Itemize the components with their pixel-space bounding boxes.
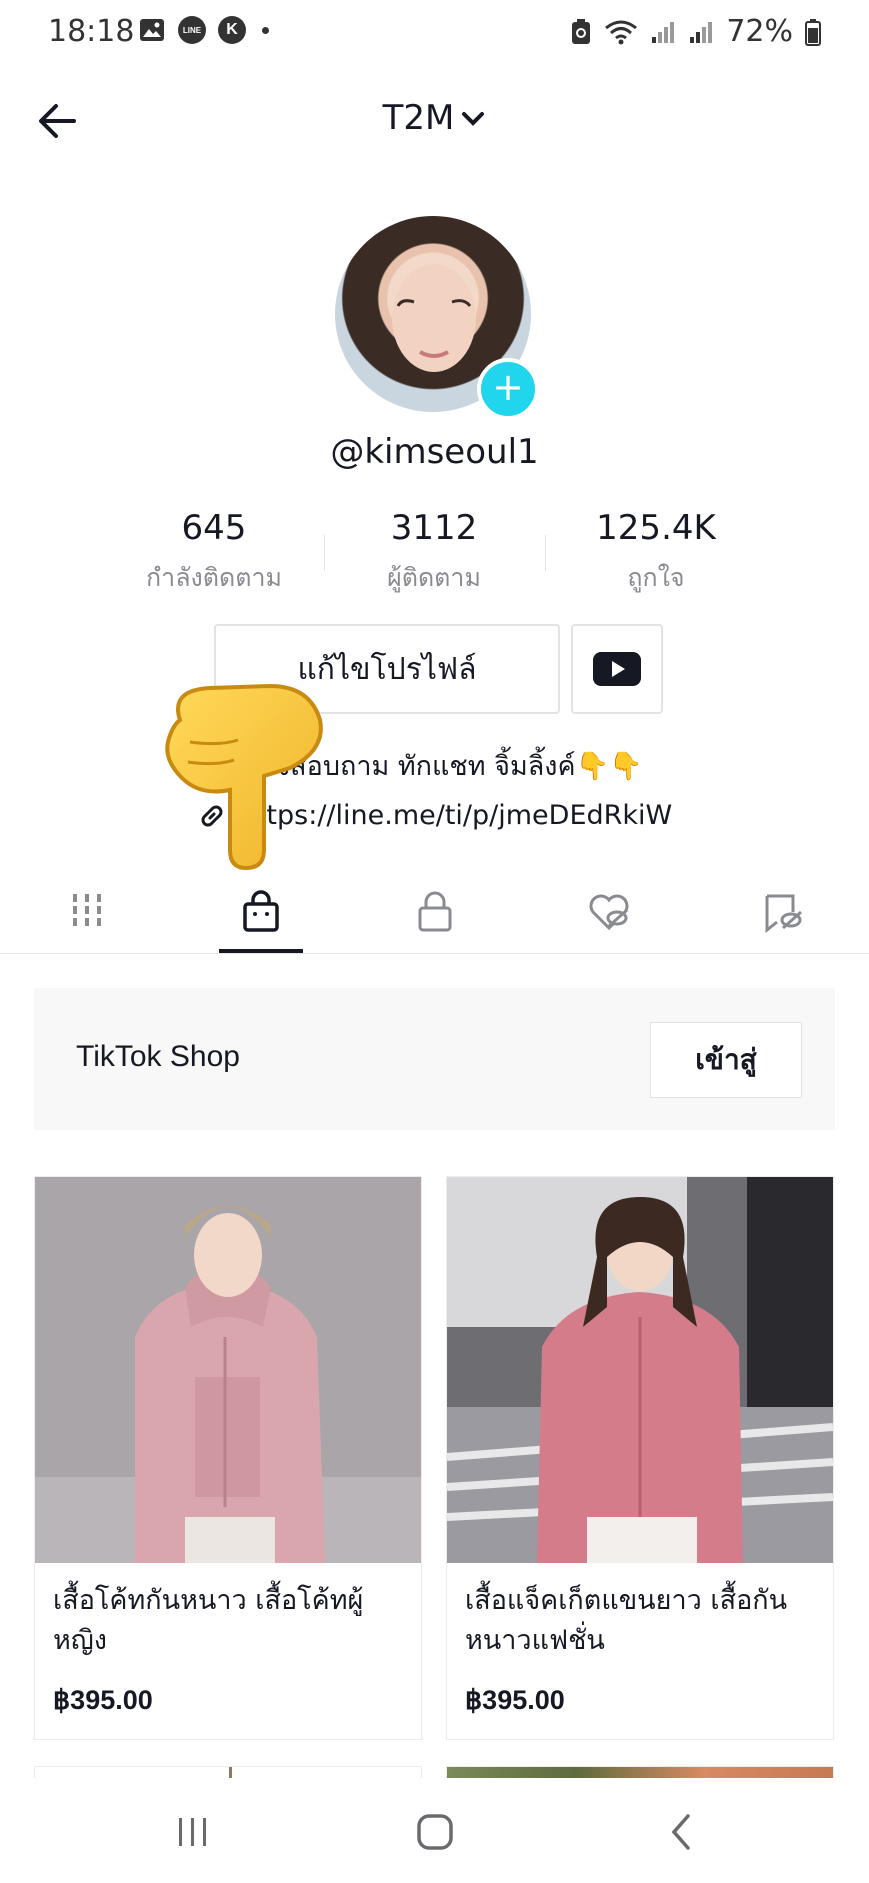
tab-private[interactable] (405, 890, 465, 940)
wifi-icon (605, 20, 638, 44)
home-icon (417, 1814, 453, 1850)
product-card[interactable]: เสื้อโค้ทกันหนาว เสื้อโค้ทผู้หญิง ฿395.0… (34, 1176, 422, 1740)
chevron-left-icon (671, 1814, 690, 1850)
page-title: T2M (382, 98, 455, 138)
status-notification-icons: LINE K (138, 16, 269, 44)
grid-icon (73, 894, 101, 926)
hidden-heart-icon (589, 894, 629, 931)
add-avatar-button[interactable]: + (477, 358, 539, 420)
pointing-hand-icon (165, 683, 323, 870)
data-saver-icon (572, 18, 591, 44)
likes-stat[interactable]: 125.4K ถูกใจ (541, 508, 771, 598)
following-label: กำลังติดตาม (146, 563, 282, 592)
product-card[interactable]: เสื้อแจ็คเก็ตแขนยาว เสื้อกันหนาวแฟชั่น ฿… (446, 1176, 834, 1740)
battery-percent: 72% (726, 14, 793, 49)
status-right: 72% (570, 14, 821, 49)
bio-text: สนใจสอบถาม ทักแชท จิ้มลิ้งค์👇👇 (226, 751, 643, 782)
k-app-icon: K (218, 16, 246, 44)
likes-label: ถูกใจ (627, 563, 685, 592)
shop-name: TikTok Shop (76, 1040, 240, 1073)
chevron-down-icon (462, 112, 485, 126)
likes-count: 125.4K (596, 508, 716, 548)
followers-label: ผู้ติดตาม (387, 563, 481, 592)
recent-apps-button[interactable] (163, 1810, 223, 1854)
battery-icon (805, 18, 821, 46)
followers-count: 3112 (390, 508, 478, 548)
username: @kimseoul1 (330, 432, 539, 472)
tab-divider (0, 953, 869, 954)
enter-shop-button[interactable]: เข้าสู่ (650, 1022, 802, 1098)
youtube-button[interactable] (571, 624, 663, 714)
tab-liked[interactable] (579, 890, 639, 940)
tab-favorites[interactable] (753, 890, 813, 940)
product-title: เสื้อแจ็คเก็ตแขนยาว เสื้อกันหนาวแฟชั่น (465, 1585, 788, 1656)
youtube-icon (593, 652, 641, 686)
home-button[interactable] (405, 1810, 465, 1854)
signal-2-icon (690, 21, 713, 43)
lock-icon (418, 891, 452, 932)
product-price: ฿395.00 (53, 1685, 153, 1715)
gallery-icon (138, 16, 166, 44)
plus-icon: + (492, 365, 524, 409)
avatar-face (392, 264, 476, 372)
tab-videos[interactable] (57, 890, 117, 940)
following-stat[interactable]: 645 กำลังติดตาม (99, 508, 329, 598)
status-time: 18:18 (48, 14, 135, 49)
product-image (447, 1177, 833, 1563)
bio-link[interactable]: https://line.me/ti/p/jmeDEdRkiW (0, 800, 869, 831)
signal-1-icon (652, 21, 675, 43)
account-switcher[interactable]: T2M (0, 98, 869, 138)
shopping-bag-icon (243, 890, 279, 932)
more-notifications-icon (262, 26, 269, 34)
system-back-button[interactable] (651, 1810, 711, 1854)
following-count: 645 (181, 508, 247, 548)
tab-shop[interactable] (231, 890, 291, 940)
product-price: ฿395.00 (465, 1685, 565, 1715)
recent-apps-icon (179, 1818, 206, 1846)
product-image (35, 1177, 421, 1563)
followers-stat[interactable]: 3112 ผู้ติดตาม (319, 508, 549, 598)
hidden-bookmark-icon (765, 894, 802, 934)
product-title: เสื้อโค้ทกันหนาว เสื้อโค้ทผู้หญิง (53, 1585, 364, 1656)
line-icon: LINE (178, 16, 206, 44)
